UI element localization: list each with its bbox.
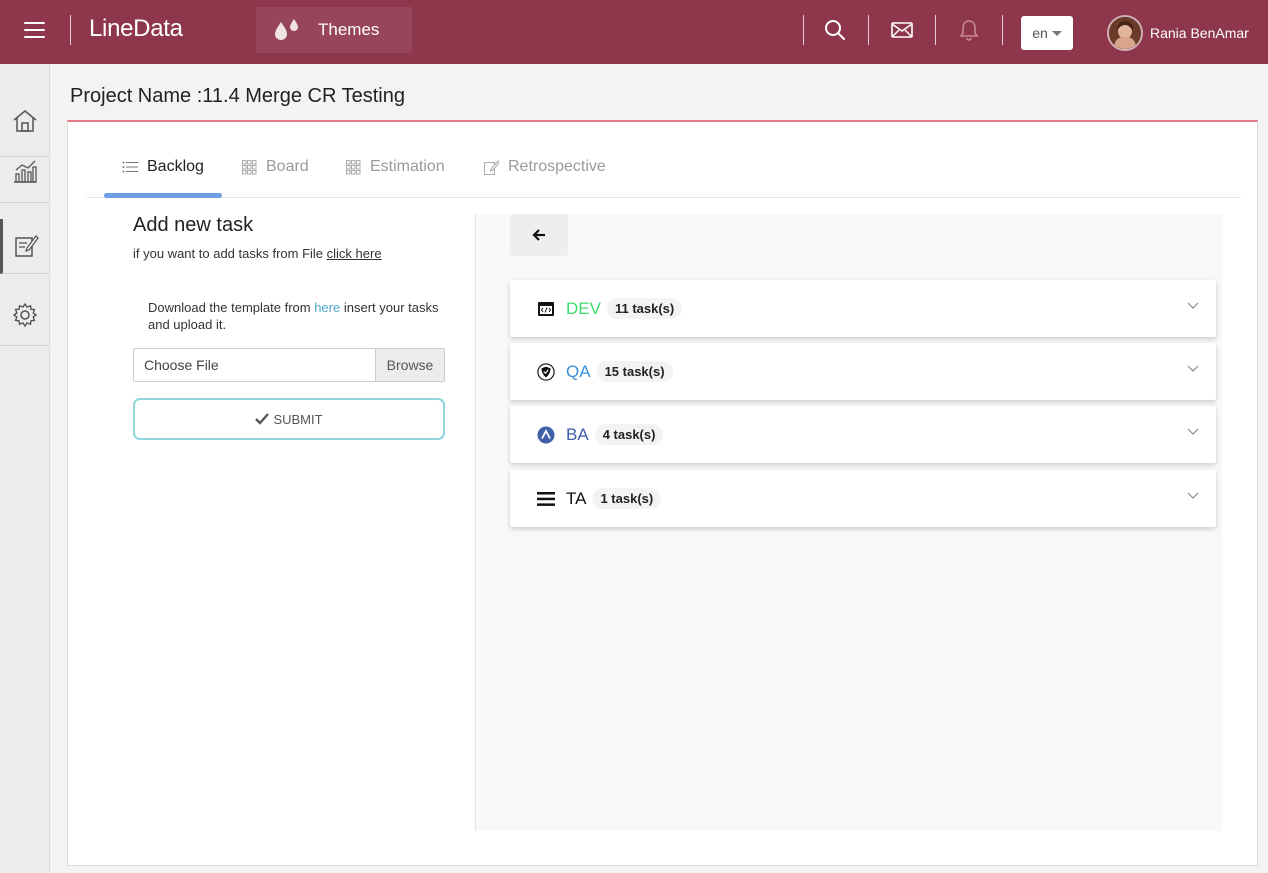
chevron-down-icon[interactable] <box>1187 302 1199 310</box>
menu-icon[interactable] <box>24 22 45 40</box>
teams-panel: DEV 11 task(s) QA 15 task(s) BA 4 task(s… <box>475 214 1222 831</box>
chevron-down-icon[interactable] <box>1187 365 1199 373</box>
add-task-panel: Add new task if you want to add tasks fr… <box>133 214 445 440</box>
submit-label: SUBMIT <box>273 411 323 427</box>
language-value: en <box>1032 25 1048 41</box>
bell-icon[interactable] <box>957 18 981 42</box>
page-title: Project Name :11.4 Merge CR Testing <box>70 85 405 107</box>
divider <box>935 15 936 45</box>
grid-icon <box>346 159 361 175</box>
tab-retrospective[interactable]: Retrospective <box>484 158 606 176</box>
edit-icon <box>484 159 499 175</box>
sidebar-item-backlog[interactable] <box>0 219 49 274</box>
caret-down-icon <box>1051 30 1062 36</box>
drops-icon <box>275 19 298 40</box>
back-button[interactable] <box>510 214 568 256</box>
list-icon <box>122 161 138 173</box>
main-card: Backlog Board Estimation Retrospective A… <box>67 120 1258 866</box>
tab-board[interactable]: Board <box>242 158 309 176</box>
team-row-qa[interactable]: QA 15 task(s) <box>510 343 1216 400</box>
team-name: TA <box>566 488 587 508</box>
user-name: Rania BenAmar <box>1150 25 1249 41</box>
chevron-down-icon[interactable] <box>1187 428 1199 436</box>
tab-label: Backlog <box>147 158 204 175</box>
browse-button[interactable]: Browse <box>375 349 444 381</box>
divider <box>1002 15 1003 45</box>
tab-label: Retrospective <box>508 158 606 175</box>
top-bar: LineData Themes en Rania BenAmar <box>0 0 1268 64</box>
code-window-icon <box>537 300 555 318</box>
add-task-subtitle: if you want to add tasks from File click… <box>133 246 445 261</box>
chevron-down-icon[interactable] <box>1187 492 1199 500</box>
themes-label: Themes <box>318 20 380 39</box>
task-count-badge: 4 task(s) <box>594 424 664 445</box>
bars-icon <box>537 490 555 508</box>
file-input-label: Choose File <box>144 357 219 373</box>
task-count-badge: 15 task(s) <box>596 361 673 382</box>
template-note: Download the template from here insert y… <box>148 299 445 333</box>
edit-icon <box>15 235 39 257</box>
tab-label: Board <box>266 158 309 175</box>
avatar <box>1107 15 1143 51</box>
tab-bar: Backlog Board Estimation Retrospective <box>86 122 1241 198</box>
note-prefix: Download the template from <box>148 300 315 315</box>
chart-icon <box>13 160 37 183</box>
team-row-ta[interactable]: TA 1 task(s) <box>510 470 1216 527</box>
language-select[interactable]: en <box>1021 16 1073 50</box>
divider <box>868 15 869 45</box>
file-input[interactable]: Choose File Browse <box>133 348 445 382</box>
brand-logo[interactable]: LineData <box>89 15 183 43</box>
sidebar-item-analytics[interactable] <box>0 140 49 203</box>
divider <box>803 15 804 45</box>
team-name: DEV <box>566 298 601 318</box>
shield-icon <box>537 362 555 381</box>
sidebar <box>0 64 50 873</box>
home-icon <box>13 110 36 132</box>
tab-backlog[interactable]: Backlog <box>122 158 204 176</box>
user-menu[interactable]: Rania BenAmar <box>1107 15 1249 51</box>
check-icon <box>255 413 270 425</box>
subtitle-text: if you want to add tasks from File <box>133 246 327 261</box>
tab-estimation[interactable]: Estimation <box>346 158 445 176</box>
task-count-badge: 1 task(s) <box>592 488 662 509</box>
tab-label: Estimation <box>370 158 445 175</box>
grid-icon <box>242 159 257 175</box>
gear-icon <box>12 302 37 327</box>
search-icon[interactable] <box>823 18 847 42</box>
team-row-ba[interactable]: BA 4 task(s) <box>510 406 1216 463</box>
submit-button[interactable]: SUBMIT <box>133 398 445 440</box>
template-link[interactable]: here <box>314 300 340 315</box>
team-row-dev[interactable]: DEV 11 task(s) <box>510 280 1216 337</box>
team-name: BA <box>566 424 589 444</box>
task-count-badge: 11 task(s) <box>606 298 683 319</box>
sidebar-item-settings[interactable] <box>0 284 49 346</box>
mail-icon[interactable] <box>890 18 914 42</box>
circle-a-icon <box>537 426 555 444</box>
active-tab-indicator <box>104 193 222 198</box>
add-task-title: Add new task <box>133 214 254 236</box>
click-here-link[interactable]: click here <box>327 246 382 261</box>
team-name: QA <box>566 361 591 381</box>
divider <box>70 15 71 45</box>
arrow-left-icon <box>532 229 545 241</box>
themes-button[interactable]: Themes <box>256 7 412 53</box>
